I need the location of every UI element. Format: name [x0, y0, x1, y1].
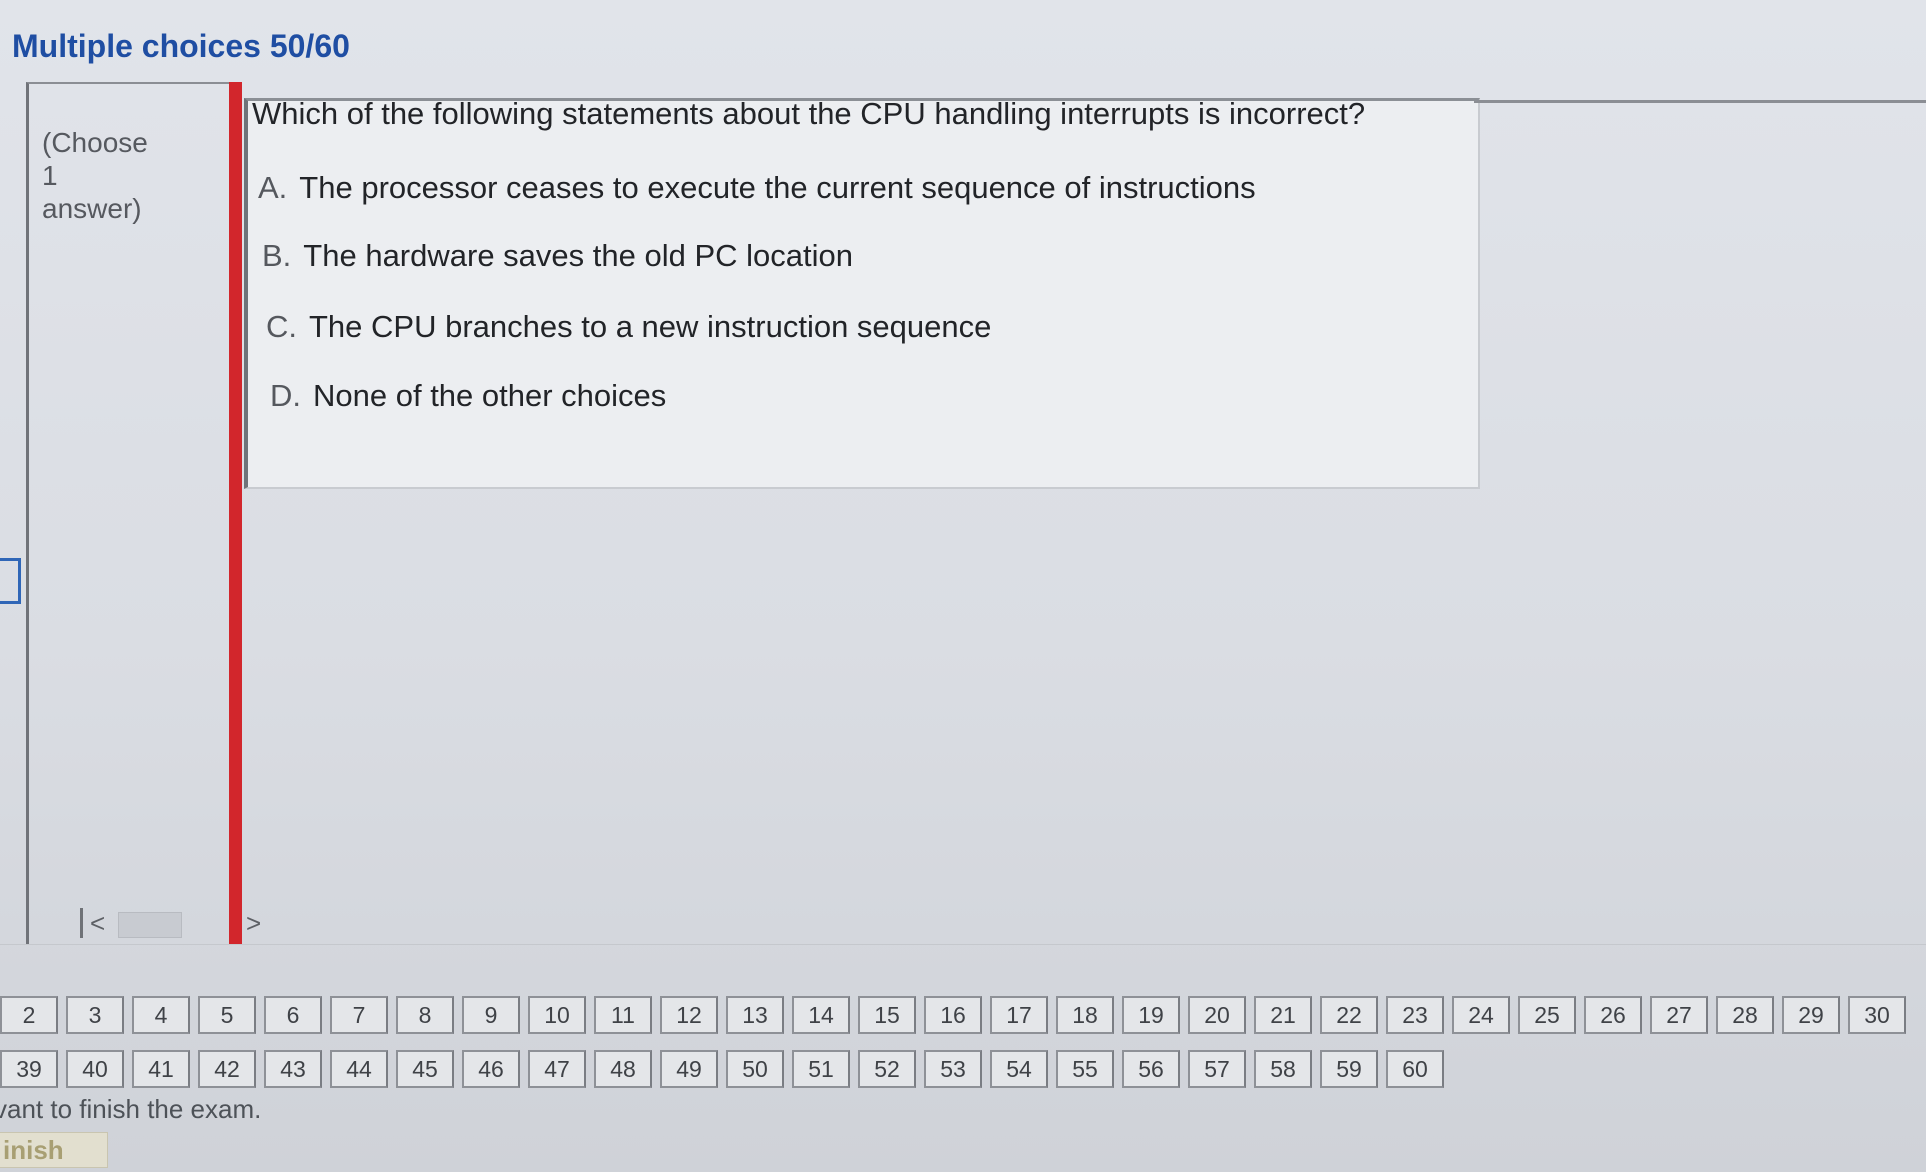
question-nav-button[interactable]: 15: [858, 996, 916, 1034]
panel-splitter[interactable]: [229, 82, 242, 944]
question-nav-button[interactable]: 11: [594, 996, 652, 1034]
choose-line-2: 1: [42, 160, 58, 191]
question-nav-button[interactable]: 10: [528, 996, 586, 1034]
question-nav-button[interactable]: 26: [1584, 996, 1642, 1034]
question-nav-button[interactable]: 49: [660, 1050, 718, 1088]
question-text: Which of the following statements about …: [252, 96, 1366, 131]
scroll-thumb[interactable]: [118, 912, 182, 938]
option-text: None of the other choices: [313, 378, 667, 413]
question-nav-button[interactable]: 12: [660, 996, 718, 1034]
scroll-left-arrow-icon[interactable]: <: [90, 908, 105, 939]
question-nav-button[interactable]: 40: [66, 1050, 124, 1088]
question-nav-button[interactable]: 19: [1122, 996, 1180, 1034]
question-nav-button[interactable]: 53: [924, 1050, 982, 1088]
option-b[interactable]: B. The hardware saves the old PC location: [262, 238, 853, 274]
option-letter: A.: [258, 170, 288, 205]
question-nav-button[interactable]: 14: [792, 996, 850, 1034]
question-nav-button[interactable]: 5: [198, 996, 256, 1034]
edge-marker: [0, 558, 21, 604]
question-nav-button[interactable]: 3: [66, 996, 124, 1034]
question-nav-button[interactable]: 55: [1056, 1050, 1114, 1088]
option-c[interactable]: C. The CPU branches to a new instruction …: [266, 309, 991, 345]
question-nav-button[interactable]: 60: [1386, 1050, 1444, 1088]
question-nav-button[interactable]: 22: [1320, 996, 1378, 1034]
question-nav-button[interactable]: 30: [1848, 996, 1906, 1034]
question-nav-button[interactable]: 17: [990, 996, 1048, 1034]
question-nav-button[interactable]: 13: [726, 996, 784, 1034]
question-nav-button[interactable]: 56: [1122, 1050, 1180, 1088]
question-nav-button[interactable]: 2: [0, 996, 58, 1034]
question-nav-button[interactable]: 54: [990, 1050, 1048, 1088]
question-area: [244, 98, 1480, 489]
question-nav-row-2: 39 40 41 42 43 44 45 46 47 48 49 50 51 52 53 54 55 56 57 58…: [0, 1050, 1452, 1088]
finish-button[interactable]: inish: [0, 1132, 108, 1168]
question-nav-button[interactable]: 7: [330, 996, 388, 1034]
finish-prompt: vant to finish the exam.: [0, 1094, 262, 1124]
question-nav-button[interactable]: 57: [1188, 1050, 1246, 1088]
question-nav-button[interactable]: 28: [1716, 996, 1774, 1034]
question-nav-button[interactable]: 41: [132, 1050, 190, 1088]
header-rule: [1474, 100, 1926, 103]
question-nav-button[interactable]: 42: [198, 1050, 256, 1088]
option-letter: D.: [270, 378, 301, 413]
option-text: The CPU branches to a new instruction se…: [309, 309, 992, 344]
question-nav-button[interactable]: 39: [0, 1050, 58, 1088]
question-nav-button[interactable]: 6: [264, 996, 322, 1034]
question-nav-button[interactable]: 47: [528, 1050, 586, 1088]
question-nav-button[interactable]: 45: [396, 1050, 454, 1088]
question-nav-button[interactable]: 24: [1452, 996, 1510, 1034]
question-nav-button[interactable]: 51: [792, 1050, 850, 1088]
question-nav-button[interactable]: 9: [462, 996, 520, 1034]
question-nav-button[interactable]: 44: [330, 1050, 388, 1088]
choose-line-3: answer): [42, 193, 142, 224]
question-nav-button[interactable]: 21: [1254, 996, 1312, 1034]
question-nav-row-1: 2 3 4 5 6 7 8 9 10 11 12 13 14 15 16 17 18 19 20 21 22 23 24 25…: [0, 996, 1914, 1034]
exam-screen: Multiple choices 50/60 (Choose 1 answer)…: [0, 0, 1926, 1172]
question-nav-button[interactable]: 20: [1188, 996, 1246, 1034]
question-nav-button[interactable]: 58: [1254, 1050, 1312, 1088]
option-letter: C.: [266, 309, 297, 344]
choose-line-1: (Choose: [42, 127, 148, 158]
question-nav-button[interactable]: 25: [1518, 996, 1576, 1034]
question-nav-button[interactable]: 16: [924, 996, 982, 1034]
question-nav-button[interactable]: 52: [858, 1050, 916, 1088]
page-title: Multiple choices 50/60: [12, 28, 350, 64]
question-nav-button[interactable]: 48: [594, 1050, 652, 1088]
question-nav-button[interactable]: 23: [1386, 996, 1444, 1034]
question-nav-button[interactable]: 27: [1650, 996, 1708, 1034]
option-text: The hardware saves the old PC location: [303, 238, 853, 273]
option-text: The processor ceases to execute the curr…: [299, 170, 1256, 205]
option-letter: B.: [262, 238, 292, 273]
nav-divider: [0, 944, 1926, 945]
option-a[interactable]: A. The processor ceases to execute the cu…: [258, 170, 1256, 206]
question-nav-button[interactable]: 46: [462, 1050, 520, 1088]
choose-instruction: (Choose 1 answer): [42, 126, 162, 225]
scroll-right-arrow-icon[interactable]: >: [246, 908, 261, 939]
question-nav-button[interactable]: 18: [1056, 996, 1114, 1034]
option-d[interactable]: D. None of the other choices: [270, 378, 666, 414]
question-nav-button[interactable]: 50: [726, 1050, 784, 1088]
question-nav-button[interactable]: 59: [1320, 1050, 1378, 1088]
question-nav-button[interactable]: 8: [396, 996, 454, 1034]
question-nav-button[interactable]: 43: [264, 1050, 322, 1088]
question-nav-button[interactable]: 4: [132, 996, 190, 1034]
question-nav-button[interactable]: 29: [1782, 996, 1840, 1034]
